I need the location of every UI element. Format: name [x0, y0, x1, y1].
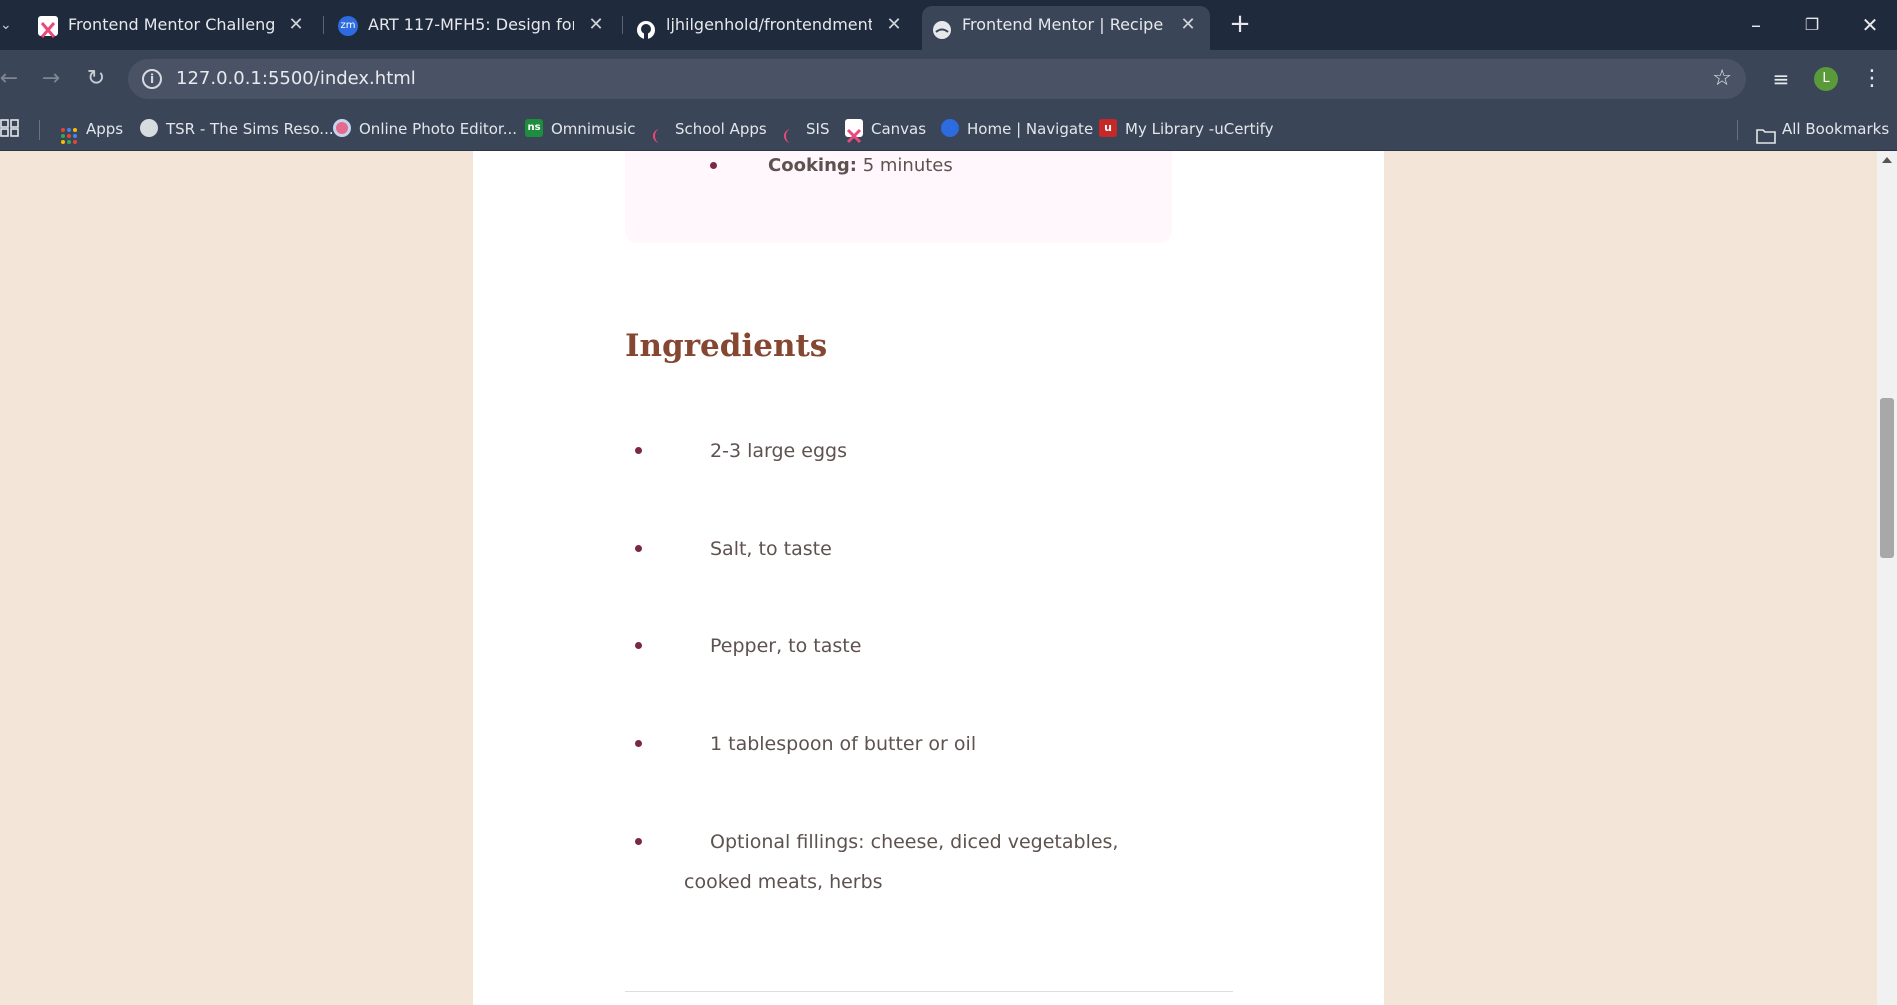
canvas-icon: [845, 118, 863, 143]
back-arrow-icon[interactable]: ←: [0, 62, 26, 96]
close-tab-icon[interactable]: ✕: [586, 6, 606, 44]
ingredient-text: Optional fillings: cheese, diced vegetab…: [684, 831, 1119, 893]
close-tab-icon[interactable]: ✕: [884, 6, 904, 44]
bookmark-separator: [39, 120, 40, 140]
recipe-card: Cooking: 5 minutes Ingredients 2-3 large…: [473, 151, 1384, 1005]
bookmark-label: School Apps: [675, 120, 767, 138]
page-scrollbar[interactable]: [1877, 151, 1897, 1005]
bookmark-label: Omnimusic: [551, 120, 636, 138]
ucertify-icon: u: [1099, 118, 1117, 137]
bookmark-label: SIS: [806, 120, 830, 138]
close-tab-icon[interactable]: ✕: [286, 6, 306, 44]
bookmark-label: Online Photo Editor...: [359, 120, 518, 138]
bullet: [635, 740, 642, 747]
tab-title: ljhilgenhold/frontendmentor-recipe: [666, 15, 872, 34]
bookmark-navigate[interactable]: Home | Navigate: [941, 108, 1093, 151]
moon-icon: [780, 119, 798, 143]
tab-title: ART 117-MFH5: Design for the Web: [368, 15, 574, 34]
all-bookmarks-label: All Bookmarks: [1782, 120, 1890, 138]
ingredient-text: Pepper, to taste: [710, 635, 862, 657]
ingredient-text: Salt, to taste: [710, 538, 832, 560]
bookmark-sis[interactable]: SIS: [780, 108, 829, 151]
photo-editor-icon: [333, 118, 351, 137]
omnimusic-icon: ns: [525, 118, 543, 137]
preparation-time-box: Cooking: 5 minutes: [625, 151, 1172, 243]
media-controls-icon[interactable]: ≡: [1764, 62, 1798, 96]
tab-art-117[interactable]: zm ART 117-MFH5: Design for the Web ✕: [328, 6, 618, 44]
globe-icon: [932, 16, 952, 39]
bookmark-separator: [1737, 120, 1738, 140]
minimize-icon[interactable]: –: [1736, 8, 1776, 42]
tab-search-chevron-icon[interactable]: ⌄: [0, 12, 14, 38]
tsr-icon: [140, 118, 158, 137]
all-bookmarks[interactable]: All Bookmarks: [1756, 108, 1889, 151]
site-info-icon[interactable]: i: [142, 69, 162, 89]
tab-title: Frontend Mentor Challenge #1: [68, 15, 274, 34]
bookmark-label: Canvas: [871, 120, 927, 138]
close-window-icon[interactable]: ✕: [1850, 8, 1890, 42]
side-panel-grid-icon[interactable]: [0, 108, 20, 151]
address-bar[interactable]: i 127.0.0.1:5500/index.html ☆: [128, 59, 1746, 99]
apps-grid-icon: [60, 119, 78, 144]
bullet: [635, 545, 642, 552]
tab-frontend-mentor-challenge[interactable]: Frontend Mentor Challenge #1 ✕: [28, 6, 318, 44]
menu-kebab-icon[interactable]: ⋮: [1855, 62, 1889, 96]
profile-avatar[interactable]: L: [1814, 67, 1838, 91]
bookmark-label: Apps: [86, 120, 124, 138]
bookmark-photo-editor[interactable]: Online Photo Editor...: [333, 108, 517, 151]
bookmark-apps[interactable]: Apps: [60, 108, 123, 151]
tab-title: Frontend Mentor | Recipe page: [962, 15, 1166, 34]
new-tab-plus-icon[interactable]: +: [1226, 10, 1254, 38]
tab-separator: [622, 16, 623, 34]
bookmark-label: My Library -uCertify: [1125, 120, 1274, 138]
tab-strip: ⌄ Frontend Mentor Challenge #1 ✕ zm ART …: [0, 0, 1897, 50]
browser-toolbar: ← → ↻ i 127.0.0.1:5500/index.html ☆ ≡ ⋮: [0, 50, 1897, 108]
bullet: [710, 162, 717, 169]
url-text[interactable]: 127.0.0.1:5500/index.html: [176, 59, 416, 99]
tab-separator: [323, 16, 324, 34]
bookmarks-bar: Apps TSR - The Sims Reso... Online Photo…: [0, 108, 1897, 151]
moon-icon: [649, 119, 667, 143]
github-icon: [636, 16, 656, 39]
bullet: [635, 642, 642, 649]
section-divider: [625, 991, 1233, 992]
prep-time-value: 5 minutes: [862, 155, 953, 176]
bullet: [635, 447, 642, 454]
bookmark-star-icon[interactable]: ☆: [1712, 59, 1732, 99]
ingredient-text: 2-3 large eggs: [710, 440, 847, 462]
bookmark-omnimusic[interactable]: ns Omnimusic: [525, 108, 635, 151]
bookmark-label: Home | Navigate: [967, 120, 1094, 138]
frontend-mentor-icon: [38, 16, 58, 38]
close-tab-icon[interactable]: ✕: [1178, 6, 1198, 44]
scroll-thumb[interactable]: [1880, 398, 1894, 558]
reload-icon[interactable]: ↻: [79, 62, 113, 96]
ingredients-heading: Ingredients: [625, 328, 828, 364]
bookmark-canvas[interactable]: Canvas: [845, 108, 926, 151]
scroll-up-arrow-icon[interactable]: [1882, 157, 1892, 163]
bookmark-ucertify[interactable]: u My Library -uCertify: [1099, 108, 1274, 151]
ingredient-text: 1 tablespoon of butter or oil: [710, 733, 977, 755]
page-viewport: Cooking: 5 minutes Ingredients 2-3 large…: [0, 151, 1897, 1005]
bullet: [635, 838, 642, 845]
navigate-icon: [941, 118, 959, 137]
tab-recipe-page[interactable]: Frontend Mentor | Recipe page ✕: [922, 6, 1210, 50]
bookmark-tsr[interactable]: TSR - The Sims Reso...: [140, 108, 334, 151]
bookmark-label: TSR - The Sims Reso...: [166, 120, 334, 138]
tab-github-repo[interactable]: ljhilgenhold/frontendmentor-recipe ✕: [626, 6, 916, 44]
zm-icon: zm: [338, 16, 358, 36]
restore-icon[interactable]: ❐: [1792, 8, 1832, 42]
prep-time-label: Cooking:: [768, 155, 857, 176]
forward-arrow-icon[interactable]: →: [34, 62, 68, 96]
folder-icon: [1756, 119, 1776, 144]
bookmark-school-apps[interactable]: School Apps: [649, 108, 767, 151]
